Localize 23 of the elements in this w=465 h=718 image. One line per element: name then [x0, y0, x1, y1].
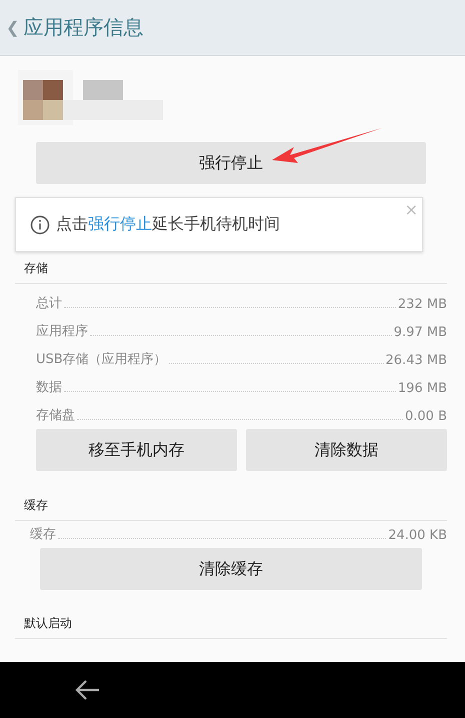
storage-action-button[interactable]: 移至手机内存: [36, 429, 237, 471]
row-label: 数据: [36, 379, 62, 396]
row-label: 总计: [36, 295, 62, 312]
section-header: 默认启动: [15, 615, 447, 639]
row-value: 232 MB: [398, 297, 447, 312]
row-value: 9.97 MB: [394, 325, 447, 340]
row-value: 24.00 KB: [388, 528, 447, 543]
tip-text: 点击强行停止延长手机待机时间: [56, 214, 280, 235]
row-value: 26.43 MB: [386, 353, 447, 368]
row-value: 196 MB: [398, 381, 447, 396]
section-header: 存储: [15, 260, 447, 284]
row-label: USB存储（应用程序）: [36, 351, 167, 368]
force-stop-button[interactable]: 强行停止: [36, 142, 426, 184]
storage-action-button[interactable]: 清除数据: [246, 429, 447, 471]
row-label: 应用程序: [36, 323, 88, 340]
row-value: 0.00 B: [405, 409, 447, 424]
section-header: 缓存: [15, 497, 447, 521]
row-label: 缓存: [30, 526, 56, 543]
row-label: 存储盘: [36, 407, 75, 424]
screen-title: 应用程序信息: [23, 14, 144, 41]
info-icon: [30, 214, 50, 234]
clear-cache-button[interactable]: 清除缓存: [40, 548, 422, 590]
back-arrow-icon[interactable]: [75, 679, 101, 701]
